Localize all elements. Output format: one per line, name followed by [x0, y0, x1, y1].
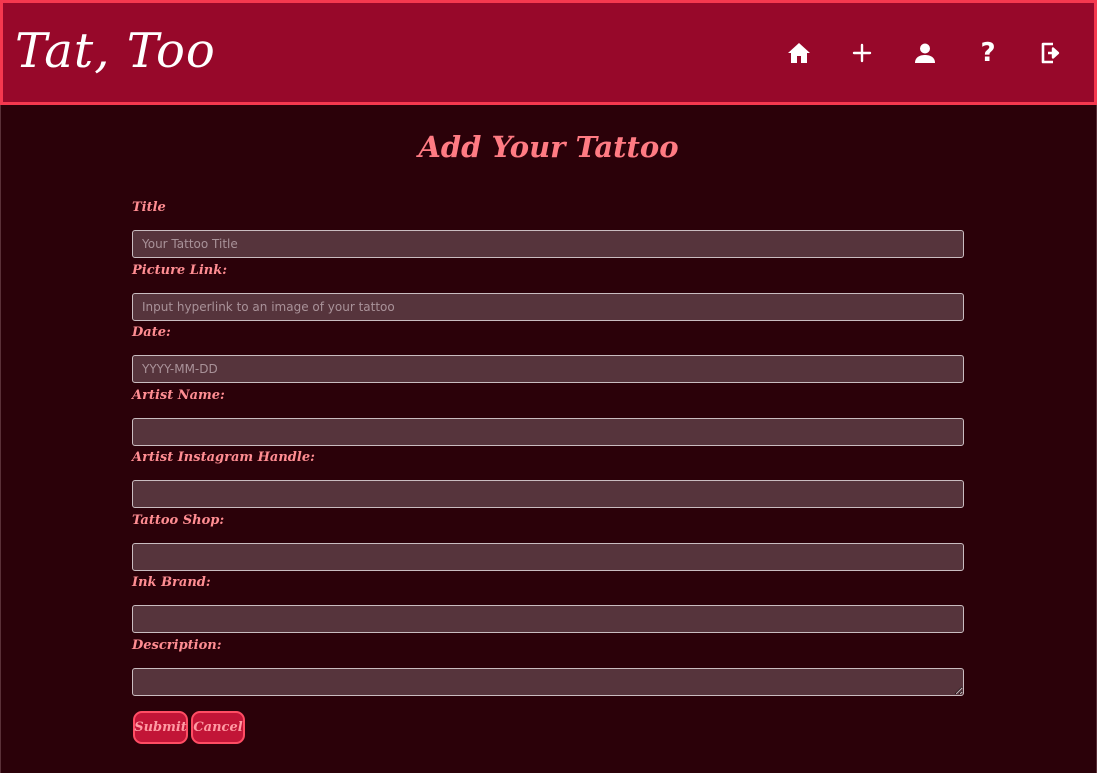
title-input[interactable]: [132, 230, 964, 258]
ink-brand-input[interactable]: [132, 605, 964, 633]
date-label: Date:: [132, 325, 171, 340]
date-input[interactable]: [132, 355, 964, 383]
page-title: Add Your Tattoo: [418, 130, 679, 164]
tattoo-shop-input[interactable]: [132, 543, 964, 571]
artist-instagram-label: Artist Instagram Handle:: [132, 450, 315, 465]
picture-link-input[interactable]: [132, 293, 964, 321]
artist-instagram-input[interactable]: [132, 480, 964, 508]
title-label: Title: [132, 200, 166, 215]
artist-name-label: Artist Name:: [132, 388, 225, 403]
ink-brand-label: Ink Brand:: [132, 575, 211, 590]
picture-link-label: Picture Link:: [132, 263, 228, 278]
tattoo-shop-label: Tattoo Shop:: [132, 513, 225, 528]
plus-icon[interactable]: [848, 39, 876, 67]
cancel-button[interactable]: Cancel: [191, 711, 245, 744]
home-icon[interactable]: [785, 39, 813, 67]
brand-logo[interactable]: Tat, Too: [15, 23, 216, 79]
description-textarea[interactable]: [132, 668, 964, 696]
submit-button[interactable]: Submit: [133, 711, 188, 744]
artist-name-input[interactable]: [132, 418, 964, 446]
person-icon[interactable]: [911, 39, 939, 67]
help-icon[interactable]: ?: [974, 38, 1002, 68]
description-label: Description:: [132, 638, 222, 653]
logout-icon[interactable]: [1037, 39, 1065, 67]
navbar: Tat, Too ?: [0, 0, 1097, 105]
